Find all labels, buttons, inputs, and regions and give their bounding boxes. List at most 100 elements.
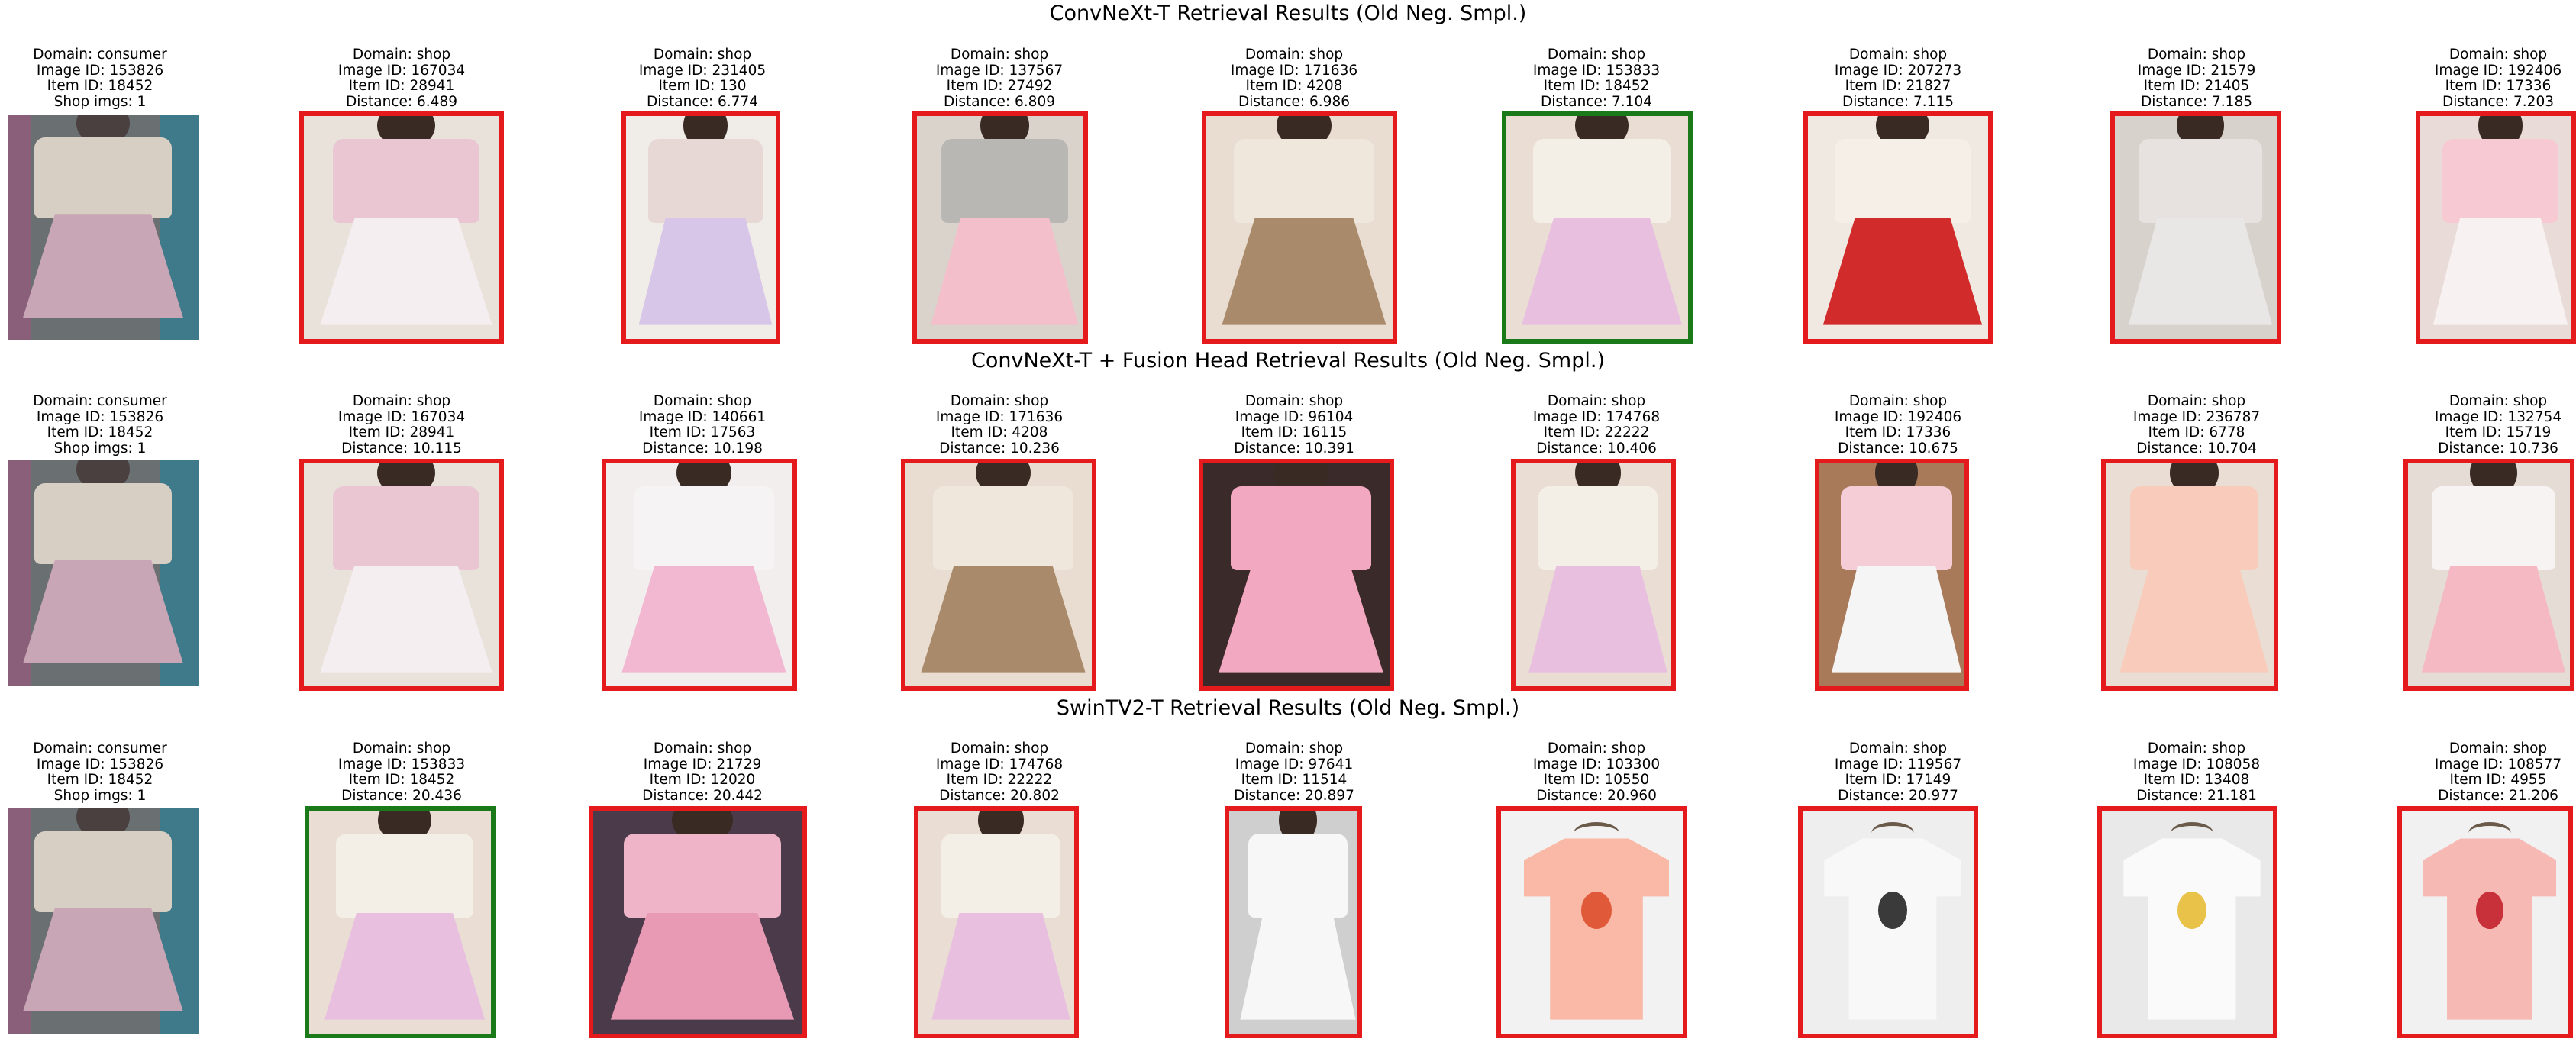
garment-photo [2420,116,2571,339]
garment-photo [8,460,199,686]
result-image[interactable] [1202,111,1397,344]
top-garment [1538,486,1658,570]
caption-domain: Domain: shop [2147,47,2246,63]
caption-domain: Domain: shop [653,47,752,63]
caption-item-id: Item ID: 12020 [649,772,756,789]
thumbnail-caption: Domain: shop Image ID: 153833 Item ID: 184… [1444,47,1749,110]
skirt-garment [2119,565,2269,673]
result-image[interactable] [914,806,1079,1038]
skirt-garment [23,560,183,664]
result-image[interactable] [299,111,504,344]
result-image[interactable] [621,111,780,344]
skirt-garment [2432,218,2568,325]
result-image[interactable] [1798,806,1978,1038]
caption-domain: Domain: shop [1547,47,1646,63]
skirt-garment [931,912,1070,1020]
thumbnail-caption: Domain: shop Image ID: 103300 Item ID: 105… [1444,740,1749,804]
caption-domain: Domain: shop [1547,740,1646,756]
caption-image-id: Image ID: 119567 [1834,756,1962,773]
caption-image-id: Image ID: 236787 [2132,408,2261,425]
caption-image-id: Image ID: 167034 [337,408,466,425]
caption-item-id: Item ID: 4955 [2449,772,2547,789]
result-image[interactable] [1496,806,1687,1038]
caption-image-id: Image ID: 140661 [638,408,767,425]
top-garment [633,486,775,570]
top-garment [2139,139,2262,223]
query-image[interactable] [8,460,199,686]
caption-distance: Distance: 7.104 [1541,93,1652,110]
thumbnail-caption: Domain: shop Image ID: 21729 Item ID: 1202… [550,740,855,804]
caption-domain: Domain: shop [352,393,451,409]
thumbnail-caption: Domain: shop Image ID: 97641 Item ID: 1151… [1141,740,1447,804]
top-garment [941,139,1068,223]
caption-item-id: Item ID: 27492 [946,78,1053,95]
thumbnail-caption: Domain: shop Image ID: 231405 Item ID: 130… [550,47,855,110]
result-image[interactable] [2110,111,2281,344]
garment-photo [2408,463,2570,686]
thumbnail-caption: Domain: shop Image ID: 132754 Item ID: 157… [2345,393,2576,456]
caption-item-id: Item ID: 17149 [1845,772,1951,789]
result-image[interactable] [1511,459,1676,691]
result-image[interactable] [299,459,504,691]
result-image[interactable] [2416,111,2576,344]
caption-item-id: Item ID: 21405 [2143,78,2250,95]
caption-distance: Distance: 6.489 [346,93,457,110]
caption-distance: Distance: 21.181 [2136,787,2257,804]
result-image[interactable] [2101,459,2278,691]
thumbnail-caption: Domain: shop Image ID: 207273 Item ID: 218… [1745,47,2051,110]
result-image[interactable] [912,111,1088,344]
caption-image-id: Image ID: 207273 [1834,62,1962,79]
top-garment [648,139,763,223]
top-garment [1248,834,1348,918]
caption-distance: Distance: 20.442 [642,787,763,804]
caption-domain: Domain: shop [1244,47,1344,63]
print-graphic [2177,892,2206,930]
garment-photo [918,811,1074,1034]
caption-image-id: Image ID: 153826 [36,408,164,425]
skirt-garment [23,214,183,318]
garment-photo [2402,811,2568,1034]
caption-item-id: Item ID: 15719 [2445,424,2552,441]
skirt-garment [324,912,485,1020]
caption-item-id: Item ID: 6778 [2148,424,2245,441]
garment-photo [1229,811,1357,1034]
result-image[interactable] [602,459,797,691]
caption-distance: Distance: 10.736 [2438,440,2558,456]
garment-photo [1516,463,1671,686]
caption-item-id: Item ID: 21827 [1845,78,1951,95]
skirt-garment [1528,565,1667,673]
caption-item-id: Item ID: 10550 [1543,772,1650,789]
caption-domain: Domain: shop [1244,740,1344,756]
result-image[interactable] [2097,806,2277,1038]
caption-image-id: Image ID: 167034 [337,62,466,79]
caption-item-id: Item ID: 22222 [1543,424,1650,441]
query-image[interactable] [8,115,199,340]
top-garment [332,139,480,223]
result-image[interactable] [589,806,807,1038]
skirt-garment [2421,565,2566,673]
result-image[interactable] [1803,111,1993,344]
result-image[interactable] [2397,806,2573,1038]
garment-photo [304,116,499,339]
caption-distance: Distance: 7.203 [2442,93,2554,110]
caption-distance: Distance: 10.406 [1536,440,1657,456]
caption-item-id: Item ID: 18452 [47,78,153,95]
garment-photo [593,811,802,1034]
print-graphic [2475,892,2504,930]
caption-image-id: Image ID: 153833 [1532,62,1661,79]
result-image[interactable] [901,459,1096,691]
caption-distance: Distance: 10.391 [1234,440,1354,456]
caption-domain: Domain: shop [950,47,1049,63]
caption-image-id: Image ID: 97641 [1235,756,1354,773]
garment-photo [1808,116,1988,339]
result-image[interactable] [1225,806,1362,1038]
thumbnail-caption: Domain: shop Image ID: 167034 Item ID: 289… [249,393,554,456]
garment-photo [8,808,199,1034]
result-image[interactable] [2403,459,2574,691]
result-image[interactable] [1502,111,1693,344]
result-image[interactable] [1815,459,1969,691]
caption-image-id: Image ID: 192406 [1834,408,1962,425]
query-image[interactable] [8,808,199,1034]
result-image[interactable] [305,806,496,1038]
result-image[interactable] [1199,459,1394,691]
